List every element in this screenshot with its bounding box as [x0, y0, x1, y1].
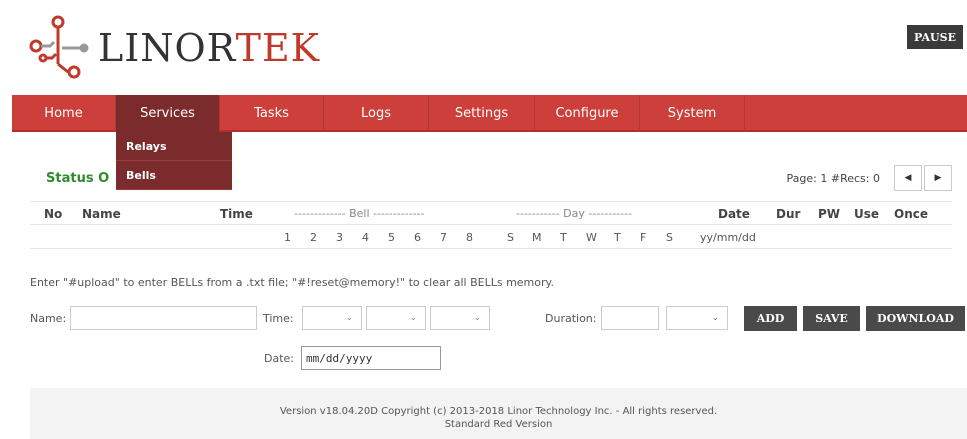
col-use: Use	[854, 207, 880, 221]
col-no: No	[44, 207, 63, 221]
page-info: Page: 1 #Recs: 0	[786, 172, 880, 185]
duration-unit-select[interactable]: ⌄	[666, 306, 728, 330]
nav-tasks[interactable]: Tasks	[220, 95, 324, 132]
bell-number: 7	[440, 231, 447, 244]
date-input[interactable]: mm/dd/yyyy	[301, 346, 441, 370]
duration-input[interactable]	[601, 306, 659, 330]
circuit-logo-icon	[29, 15, 89, 79]
footer: Version v18.04.20D Copyright (c) 2013-20…	[30, 388, 967, 439]
next-page-button[interactable]: ▶	[924, 165, 952, 191]
day-letter: F	[640, 231, 647, 244]
name-input[interactable]	[70, 306, 257, 330]
nav-system[interactable]: System	[640, 95, 745, 132]
chevron-down-icon: ⌄	[409, 313, 417, 323]
bell-number: 2	[310, 231, 317, 244]
triangle-left-icon: ◀	[904, 173, 912, 183]
chevron-down-icon: ⌄	[711, 313, 719, 323]
nav-logs[interactable]: Logs	[324, 95, 429, 132]
col-once: Once	[894, 207, 928, 221]
bell-number: 6	[414, 231, 421, 244]
dropdown-item-bells[interactable]: Bells	[116, 161, 232, 190]
bell-number: 4	[362, 231, 369, 244]
name-label: Name:	[30, 312, 67, 325]
upload-hint: Enter "#upload" to enter BELLs from a .t…	[30, 276, 554, 289]
linortek-logo: LINORTEK	[28, 14, 319, 80]
main-nav: Home Services Tasks Logs Settings Config…	[12, 95, 967, 132]
prev-page-button[interactable]: ◀	[894, 165, 922, 191]
col-time: Time	[220, 207, 253, 221]
day-letter: S	[507, 231, 514, 244]
table-header-row: No Name Time ------------- Bell --------…	[30, 201, 952, 225]
col-day: ----------- Day -----------	[516, 207, 633, 220]
brand-name: LINORTEK	[98, 26, 321, 70]
chevron-down-icon: ⌄	[345, 313, 353, 323]
col-name: Name	[82, 207, 121, 221]
nav-settings[interactable]: Settings	[429, 95, 535, 132]
services-dropdown: Relays Bells	[116, 132, 232, 190]
day-letter: T	[614, 231, 621, 244]
duration-label: Duration:	[545, 312, 597, 325]
minute-select[interactable]: ⌄	[366, 306, 426, 330]
day-letter: W	[586, 231, 597, 244]
footer-copyright: Version v18.04.20D Copyright (c) 2013-20…	[279, 406, 718, 417]
nav-configure[interactable]: Configure	[535, 95, 640, 132]
triangle-right-icon: ▶	[934, 173, 942, 183]
bell-number: 1	[284, 231, 291, 244]
col-bell: ------------- Bell -------------	[294, 207, 425, 220]
col-date: Date	[718, 207, 750, 221]
nav-home[interactable]: Home	[12, 95, 116, 132]
bell-number: 8	[466, 231, 473, 244]
add-button[interactable]: ADD	[744, 306, 797, 331]
dropdown-item-relays[interactable]: Relays	[116, 132, 232, 161]
col-dur: Dur	[776, 207, 801, 221]
date-label: Date:	[264, 352, 294, 365]
status-title: Status O	[46, 171, 110, 186]
save-button[interactable]: SAVE	[803, 306, 860, 331]
chevron-down-icon: ⌄	[473, 313, 481, 323]
col-pw: PW	[818, 207, 841, 221]
bell-number: 3	[336, 231, 343, 244]
day-letter: T	[560, 231, 567, 244]
time-label: Time:	[263, 312, 294, 325]
bell-number: 5	[388, 231, 395, 244]
second-select[interactable]: ⌄	[430, 306, 490, 330]
day-letter: S	[666, 231, 673, 244]
footer-edition: Standard Red Version	[444, 419, 553, 430]
pause-button[interactable]: PAUSE	[907, 25, 963, 49]
nav-services[interactable]: Services	[116, 95, 220, 132]
date-format: yy/mm/dd	[700, 231, 756, 244]
hour-select[interactable]: ⌄	[302, 306, 362, 330]
table-subheader-row: 1 2 3 4 5 6 7 8 S M T W T F S yy/mm/dd	[30, 225, 952, 249]
download-button[interactable]: DOWNLOAD	[866, 306, 965, 331]
day-letter: M	[532, 231, 542, 244]
